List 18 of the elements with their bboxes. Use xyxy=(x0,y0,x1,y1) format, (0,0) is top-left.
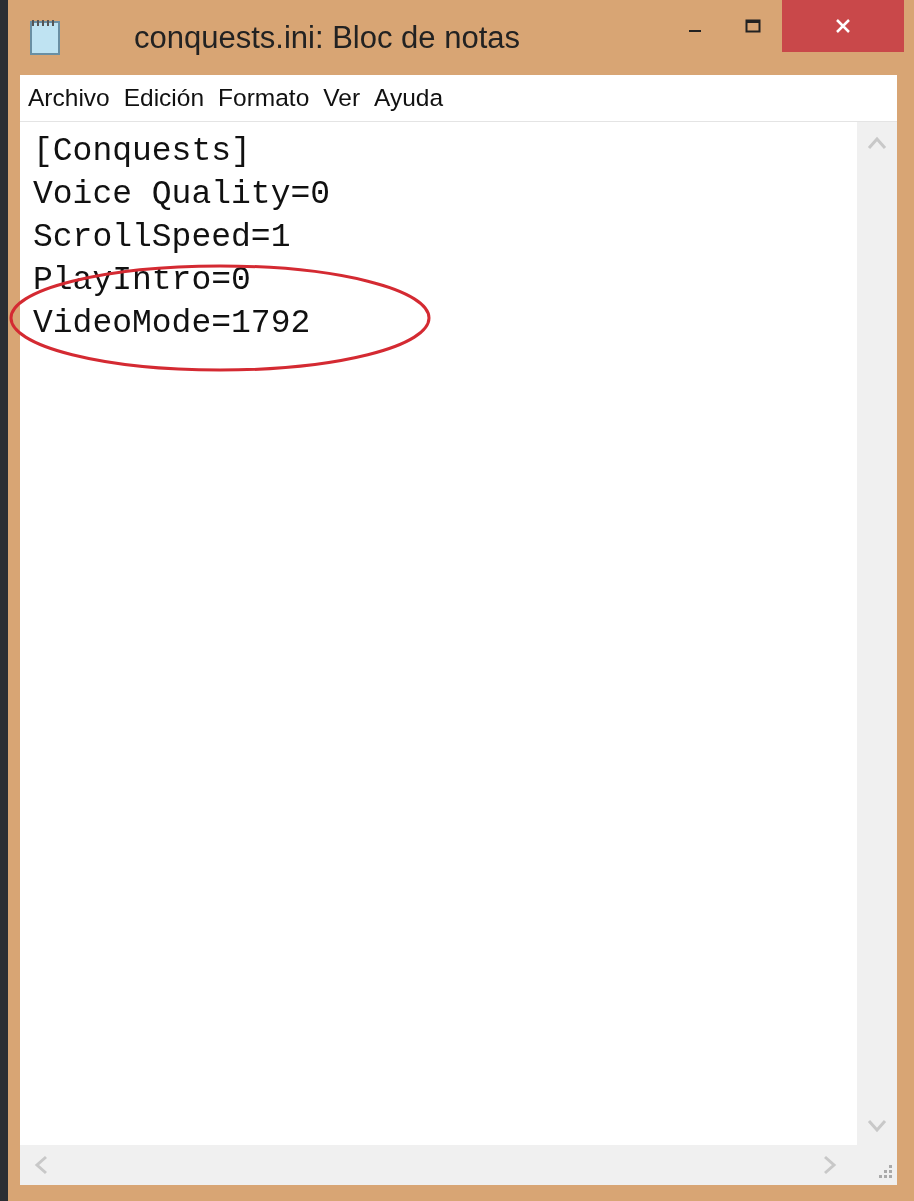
close-icon xyxy=(835,18,851,34)
text-line: VideoMode=1792 xyxy=(33,304,312,344)
menu-item[interactable]: Archivo xyxy=(28,84,110,112)
scroll-down-icon[interactable] xyxy=(867,1119,887,1133)
menu-item[interactable]: Edición xyxy=(123,84,205,112)
maximize-icon xyxy=(745,19,761,33)
menu-item[interactable]: Ayuda xyxy=(374,84,444,112)
notepad-icon[interactable] xyxy=(28,18,62,56)
scroll-up-icon[interactable] xyxy=(867,136,887,150)
window-title: conquests.ini: Bloc de notas xyxy=(134,20,521,56)
text-line: [Conquests] xyxy=(33,132,252,172)
scroll-left-icon[interactable] xyxy=(34,1155,48,1175)
text-line: ScrollSpeed=1 xyxy=(33,218,292,258)
minimize-icon xyxy=(689,30,701,32)
menu-item[interactable]: Ver xyxy=(323,84,361,112)
menu-item[interactable]: Formato xyxy=(218,84,310,112)
text-line: Voice Quality=0 xyxy=(33,175,332,215)
scroll-right-icon[interactable] xyxy=(823,1155,837,1175)
